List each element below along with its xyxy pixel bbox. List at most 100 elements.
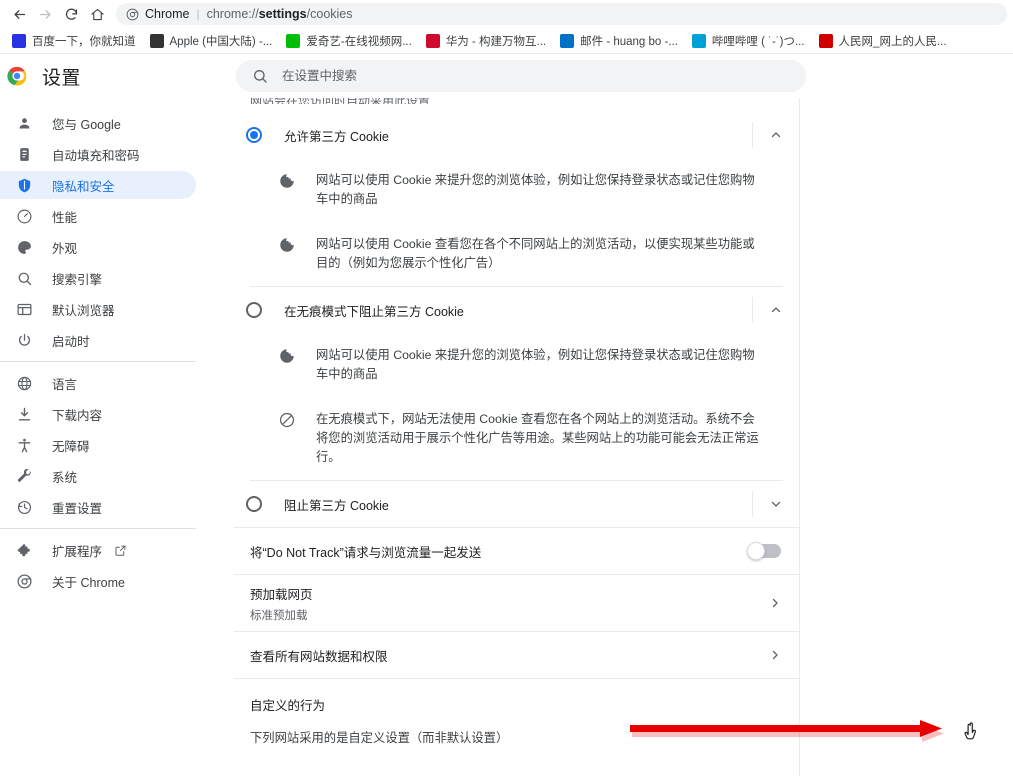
chrome-icon: [14, 571, 34, 591]
bookmark-label: 百度一下，你就知道: [32, 35, 136, 48]
sidebar-item-download[interactable]: 下载内容: [0, 400, 196, 428]
search-input[interactable]: [282, 69, 790, 83]
cookie-option-row[interactable]: 允许第三方 Cookie: [234, 112, 799, 158]
cookie-icon: [278, 236, 296, 254]
chevron-up-icon[interactable]: [753, 304, 799, 316]
back-arrow-icon: [14, 9, 25, 19]
chrome-icon: [126, 8, 139, 20]
radio-button[interactable]: [246, 302, 262, 318]
sidebar-item-accessibility[interactable]: 无障碍: [0, 431, 196, 459]
sidebar-item-power[interactable]: 启动时: [0, 326, 196, 354]
url-bold-segment: settings: [258, 7, 307, 21]
sidebar-item-wrench[interactable]: 系统: [0, 462, 196, 490]
bookmark-favicon-baidu: [12, 33, 26, 48]
bookmark-favicon-iqiyi: [286, 33, 301, 48]
cookie-option-row[interactable]: 阻止第三方 Cookie: [234, 481, 799, 527]
bullet-text: 网站可以使用 Cookie 查看您在各个不同网站上的浏览活动，以便实现某些功能或…: [316, 237, 755, 270]
puzzle-icon: [14, 540, 34, 560]
bookmark-item[interactable]: Apple (中国大陆) -...: [144, 31, 279, 51]
third-party-cookie-options: 允许第三方 Cookie 网站可以使用 Cookie 来提升您的浏览体验，例如让您…: [234, 98, 799, 527]
sidebar-divider: [0, 361, 196, 362]
bookmark-item[interactable]: 华为 - 构建万物互...: [420, 31, 552, 51]
clipboard-icon: [14, 144, 34, 164]
bookmark-favicon-people: [818, 33, 833, 48]
cookie-option-row[interactable]: 在无痕模式下阻止第三方 Cookie: [234, 287, 799, 333]
preload-title: 预加载网页: [250, 587, 313, 602]
address-bar[interactable]: Chrome | chrome://settings/cookies: [116, 3, 1007, 25]
settings-brand: 设置: [0, 63, 220, 90]
sidebar-item-label: 语言: [52, 377, 78, 392]
bookmark-label: 华为 - 构建万物互...: [445, 35, 547, 48]
sidebar-item-puzzle[interactable]: 扩展程序: [0, 536, 196, 564]
search-icon: [253, 70, 267, 83]
sidebar-divider: [0, 528, 196, 529]
url-suffix: /cookies: [306, 7, 353, 21]
sidebar-item-chrome[interactable]: 关于 Chrome: [0, 567, 196, 595]
do-not-track-row[interactable]: 将“Do Not Track”请求与浏览流量一起发送: [234, 528, 799, 574]
cookies-settings-card: 网站会在您访问时自动采用此设置 允许第三方 Cookie 网站可以使用 Cooki…: [234, 98, 800, 776]
omnibox-url: chrome://settings/cookies: [207, 7, 353, 21]
home-button[interactable]: [84, 1, 110, 27]
external-link-icon: [114, 544, 127, 557]
sidebar-item-label: 您与 Google: [52, 117, 121, 132]
all-site-data-text: 查看所有网站数据和权限: [250, 646, 769, 665]
sidebar-item-history[interactable]: 重置设置: [0, 493, 196, 521]
allowed-third-party-row: 已允许使用第三方 Cookie 添加: [234, 772, 799, 776]
all-site-data-row[interactable]: 查看所有网站数据和权限: [234, 632, 799, 678]
search-icon: [14, 268, 34, 288]
cookie-icon: [278, 172, 296, 190]
chevron-right-icon: [769, 597, 781, 609]
bookmark-item[interactable]: 人民网_网上的人民...: [813, 31, 953, 51]
cookie-option-bullet: 网站可以使用 Cookie 来提升您的浏览体验，例如让您保持登录状态或记住您购物…: [234, 158, 799, 222]
preload-subtitle: 标准预加载: [250, 609, 308, 622]
bookmark-favicon-apple: [149, 33, 164, 48]
sidebar-item-palette[interactable]: 外观: [0, 233, 196, 261]
settings-sidebar: 您与 Google 自动填充和密码 隐私和安全性能外观搜索引擎默认浏览器启动时语言下…: [0, 98, 220, 776]
sidebar-item-globe[interactable]: 语言: [0, 369, 196, 397]
bookmark-favicon-outlook: [560, 33, 575, 48]
sidebar-item-clipboard[interactable]: 自动填充和密码: [0, 140, 196, 168]
all-site-data-title: 查看所有网站数据和权限: [250, 649, 388, 664]
custom-behavior-description: 下列网站采用的是自定义设置（而非默认设置）: [250, 731, 509, 745]
chevron-down-icon[interactable]: [753, 498, 799, 510]
bookmark-favicon-bilibili: [691, 33, 706, 48]
preload-pages-row[interactable]: 预加载网页 标准预加载: [234, 575, 799, 631]
history-icon: [14, 497, 34, 517]
chevron-up-icon[interactable]: [753, 129, 799, 141]
sidebar-item-gauge[interactable]: 性能: [0, 202, 196, 230]
gauge-icon: [14, 206, 34, 226]
sidebar-item-shield[interactable]: 隐私和安全: [0, 171, 196, 199]
settings-body: 您与 Google 自动填充和密码 隐私和安全性能外观搜索引擎默认浏览器启动时语言下…: [0, 98, 1013, 776]
sidebar-item-label: 搜索引擎: [52, 272, 103, 287]
radio-button[interactable]: [246, 127, 262, 143]
shield-icon: [14, 175, 34, 195]
bookmark-favicon-huawei: [425, 33, 440, 48]
do-not-track-toggle[interactable]: [747, 542, 781, 560]
home-icon: [90, 8, 104, 20]
bookmark-item[interactable]: 爱奇艺-在线视频网...: [280, 31, 417, 51]
sidebar-item-person[interactable]: 您与 Google: [0, 109, 196, 137]
sidebar-item-label: 外观: [52, 241, 78, 256]
settings-main: 网站会在您访问时自动采用此设置 允许第三方 Cookie 网站可以使用 Cooki…: [220, 98, 1013, 776]
bookmark-item[interactable]: 百度一下，你就知道: [6, 31, 142, 51]
chrome-logo-icon: [6, 65, 28, 87]
bookmark-item[interactable]: 邮件 - huang bo -...: [554, 31, 684, 51]
bookmark-item[interactable]: 哔哩哔哩 ( ˙-˙)つ...: [686, 31, 811, 51]
chevron-right-icon: [769, 649, 781, 661]
sidebar-item-label: 无障碍: [52, 439, 90, 454]
sidebar-item-label: 关于 Chrome: [52, 575, 125, 590]
cookie-option-label: 允许第三方 Cookie: [284, 129, 389, 144]
custom-behavior-heading: 自定义的行为: [250, 699, 326, 713]
sidebar-item-browser-window[interactable]: 默认浏览器: [0, 295, 196, 323]
reload-button[interactable]: [58, 1, 84, 27]
bullet-text: 网站可以使用 Cookie 来提升您的浏览体验，例如让您保持登录状态或记住您购物…: [316, 173, 755, 206]
settings-search-area: [220, 60, 1013, 92]
browser-window-icon: [14, 299, 34, 319]
sidebar-item-search[interactable]: 搜索引擎: [0, 264, 196, 292]
download-icon: [14, 404, 34, 424]
sidebar-item-label: 系统: [52, 470, 78, 485]
radio-button[interactable]: [246, 496, 262, 512]
forward-button[interactable]: [32, 1, 58, 27]
back-button[interactable]: [6, 1, 32, 27]
search-box[interactable]: [236, 60, 806, 92]
